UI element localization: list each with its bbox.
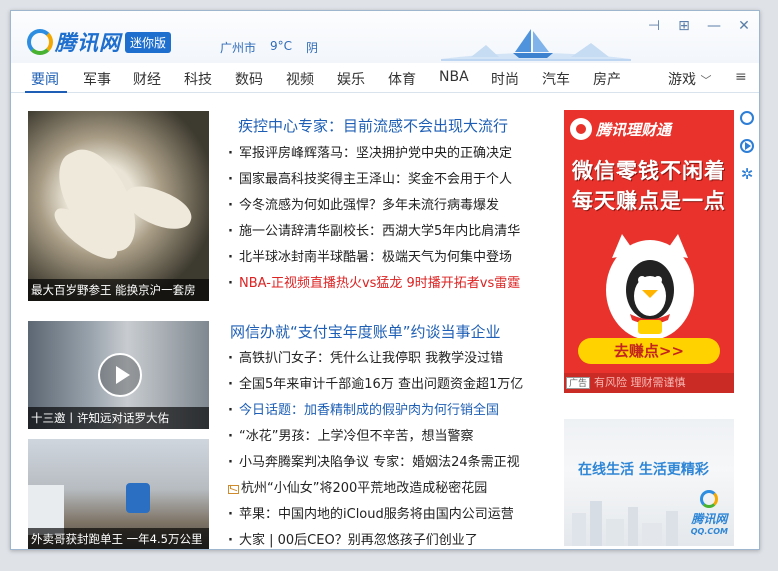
app-window: 腾讯网 迷你版 广州市 9°C 阴 ⊣ ⊞ — ✕ 要闻 军事 财经 科技 数码… bbox=[10, 10, 760, 550]
bullet: · bbox=[228, 351, 233, 366]
play-icon[interactable] bbox=[740, 139, 754, 153]
nav-item-digital[interactable]: 数码 bbox=[235, 69, 263, 89]
thumb-video-interview[interactable]: 十三邀丨许知远对话罗大佑 bbox=[28, 321, 209, 429]
rider-shape bbox=[126, 483, 150, 513]
nav-item-auto[interactable]: 汽车 bbox=[542, 69, 570, 89]
ad-slogan-line2: 每天赚点是一点 bbox=[572, 189, 726, 213]
settings-icon[interactable]: ✲ bbox=[740, 167, 754, 182]
ad-licaitong[interactable]: 腾讯理财通 微信零钱不闲着 每天赚点是一点 去赚点>> 广告 有风险 理财需谨慎 bbox=[564, 110, 734, 393]
bullet: · bbox=[228, 507, 233, 522]
pin-icon[interactable]: ⊣ bbox=[645, 17, 663, 35]
ad-footer: 广告 有风险 理财需谨慎 bbox=[564, 373, 734, 393]
bullet: · bbox=[228, 172, 233, 187]
nav-item-house[interactable]: 房产 bbox=[593, 69, 621, 89]
ad-online-life[interactable]: 在线生活 生活更精彩 腾讯网 QQ.COM bbox=[564, 419, 734, 546]
headline-1[interactable]: 疾控中心专家：目前流感不会出现大流行 bbox=[238, 115, 508, 136]
ad-life-logo: 腾讯网 QQ.COM bbox=[691, 490, 728, 536]
weather-city: 广州市 bbox=[220, 41, 257, 55]
nav-more-label: 游戏 bbox=[668, 72, 696, 88]
ad-slogan-line1: 微信零钱不闲着 bbox=[572, 159, 726, 183]
news-item[interactable]: · 全国5年来审计千部逾16万 查出问题资金超1万亿 bbox=[228, 372, 523, 398]
close-icon[interactable]: ✕ bbox=[735, 17, 753, 35]
nav-item-tech[interactable]: 科技 bbox=[184, 69, 212, 89]
nav-item-finance[interactable]: 财经 bbox=[133, 69, 161, 89]
bullet: · bbox=[228, 198, 233, 213]
thumb-delivery-rider[interactable]: 外卖哥获封跑单王 一年4.5万公里 bbox=[28, 439, 209, 549]
nav-item-nba[interactable]: NBA bbox=[439, 69, 469, 85]
weather-widget[interactable]: 广州市 9°C 阴 bbox=[220, 39, 318, 56]
nav-item-video[interactable]: 视频 bbox=[286, 69, 314, 89]
tencent-logo-icon bbox=[700, 490, 719, 508]
bullet: · bbox=[228, 403, 233, 418]
news-item[interactable]: 杭州“小仙女”将200平荒地改造成秘密花园 bbox=[228, 476, 523, 502]
nav-item-entertainment[interactable]: 娱乐 bbox=[337, 69, 365, 89]
thumb-ginseng[interactable]: 最大百岁野参王 能换京沪一套房 bbox=[28, 111, 209, 301]
logo[interactable]: 腾讯网 迷你版 bbox=[27, 27, 172, 57]
bullet: · bbox=[228, 224, 233, 239]
news-item[interactable]: · “冰花”男孩：上学冷但不辛苦，想当警察 bbox=[228, 424, 523, 450]
news-item-live[interactable]: · NBA-正视频直播热火vs猛龙 9时播开拓者vs雷霆 bbox=[228, 271, 520, 297]
news-item[interactable]: · 国家最高科技奖得主王泽山：奖金不会用于个人 bbox=[228, 167, 520, 193]
news-item[interactable]: · 今冬流感为何如此强悍？多年未流行病毒爆发 bbox=[228, 193, 520, 219]
weather-temperature: 9°C bbox=[270, 39, 293, 53]
news-list-1: · 军报评房峰辉落马：坚决拥护党中央的正确决定 · 国家最高科技奖得主王泽山：奖金不… bbox=[228, 141, 520, 297]
bullet: · bbox=[228, 429, 233, 444]
tencent-logo-icon bbox=[27, 29, 53, 55]
lucky-cat-penguin-icon bbox=[606, 234, 694, 340]
news-item[interactable]: · 军报评房峰辉落马：坚决拥护党中央的正确决定 bbox=[228, 141, 520, 167]
news-item[interactable]: · 苹果：中国内地的iCloud服务将由国内公司运营 bbox=[228, 502, 523, 528]
bullet: · bbox=[228, 455, 233, 470]
ad-risk-notice: 有风险 理财需谨慎 bbox=[594, 376, 686, 389]
ad-earn-button[interactable]: 去赚点>> bbox=[578, 338, 720, 364]
news-item[interactable]: · 大家 | 00后CEO？别再忽悠孩子们创业了 bbox=[228, 528, 523, 549]
refresh-icon[interactable] bbox=[740, 111, 754, 125]
thumb-caption: 最大百岁野参王 能换京沪一套房 bbox=[28, 279, 209, 301]
content-area: 最大百岁野参王 能换京沪一套房 十三邀丨许知远对话罗大佑 外卖哥获封跑单王 一年… bbox=[11, 93, 759, 549]
nav-item-sports[interactable]: 体育 bbox=[388, 69, 416, 89]
logo-text: 腾讯网 bbox=[55, 31, 121, 55]
sailboat-scenery-icon bbox=[441, 29, 631, 61]
minimize-icon[interactable]: — bbox=[705, 17, 723, 35]
bullet: · bbox=[228, 146, 233, 161]
play-icon[interactable] bbox=[98, 353, 142, 397]
nav-more-games[interactable]: 游戏 ﹀ bbox=[668, 69, 711, 89]
restore-icon[interactable]: ⊞ bbox=[675, 17, 693, 35]
news-list-2: · 高铁扒门女子：凭什么让我停职 我教学没过错 · 全国5年来审计千部逾16万 查出… bbox=[228, 346, 523, 549]
bullet: · bbox=[228, 276, 233, 291]
weather-condition: 阴 bbox=[306, 41, 319, 55]
licaitong-logo-icon bbox=[570, 118, 592, 140]
thumb-caption: 外卖哥获封跑单王 一年4.5万公里 bbox=[28, 528, 209, 549]
bullet: · bbox=[228, 377, 233, 392]
nav-item-fashion[interactable]: 时尚 bbox=[491, 69, 519, 89]
bullet: · bbox=[228, 533, 233, 548]
mail-icon bbox=[228, 484, 239, 494]
bullet: · bbox=[228, 250, 233, 265]
channel-nav: 要闻 军事 财经 科技 数码 视频 娱乐 体育 NBA 时尚 汽车 房产 游戏 … bbox=[11, 63, 759, 93]
nav-item-military[interactable]: 军事 bbox=[83, 69, 111, 89]
headline-2[interactable]: 网信办就“支付宝年度账单”约谈当事企业 bbox=[230, 321, 501, 342]
news-item-topic[interactable]: · 今日话题：加香精制成的假驴肉为何行销全国 bbox=[228, 398, 523, 424]
chevron-down-icon: ﹀ bbox=[700, 74, 712, 87]
news-item[interactable]: · 高铁扒门女子：凭什么让我停职 我教学没过错 bbox=[228, 346, 523, 372]
thumb-caption: 十三邀丨许知远对话罗大佑 bbox=[28, 407, 209, 429]
ad-life-slogan: 在线生活 生活更精彩 bbox=[578, 462, 709, 478]
ad-brand: 腾讯理财通 bbox=[570, 118, 671, 140]
mini-version-badge: 迷你版 bbox=[125, 31, 172, 53]
news-item[interactable]: · 小马奔腾案判决陷争议 专家：婚姻法24条需正视 bbox=[228, 450, 523, 476]
ad-label-tag: 广告 bbox=[566, 377, 591, 389]
news-item[interactable]: · 北半球冰封南半球酷暑：极端天气为何集中登场 bbox=[228, 245, 520, 271]
news-item[interactable]: · 施一公请辞清华副校长：西湖大学5年内比肩清华 bbox=[228, 219, 520, 245]
title-bar: 腾讯网 迷你版 广州市 9°C 阴 ⊣ ⊞ — ✕ bbox=[11, 11, 759, 63]
hamburger-menu-icon[interactable]: ≡ bbox=[735, 69, 747, 85]
nav-item-yaowen[interactable]: 要闻 bbox=[31, 69, 59, 89]
